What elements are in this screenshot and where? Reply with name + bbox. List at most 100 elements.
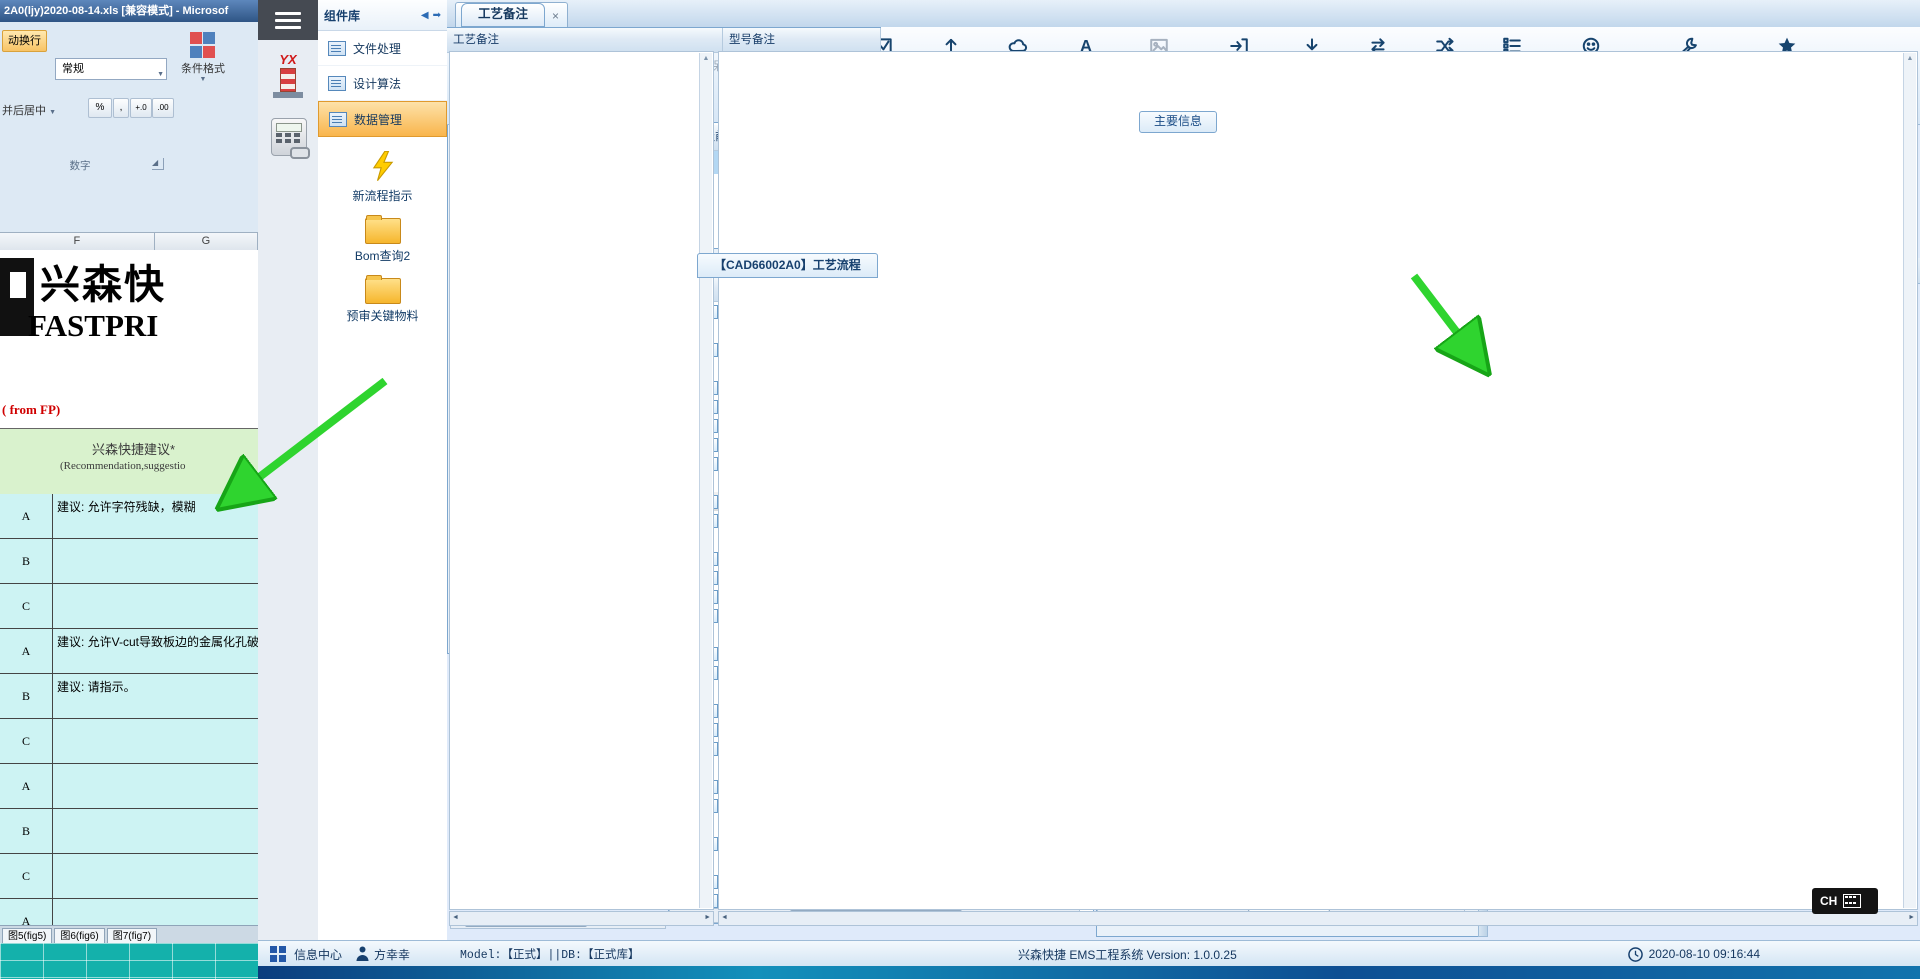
- number-format-select[interactable]: 常规 ▼: [55, 58, 167, 80]
- advice-row-text: [53, 764, 258, 808]
- fastprint-logo-cn: 兴森快: [40, 262, 166, 307]
- close-tab-icon[interactable]: ×: [552, 9, 559, 23]
- advice-row-label: B: [0, 539, 53, 583]
- component-tool-list: 新流程指示 Bom查询2 预审关键物料: [318, 150, 447, 324]
- advice-row[interactable]: A 建议: 允许字符残缺，模糊: [0, 494, 258, 539]
- list-panel-icon: [328, 40, 346, 56]
- advice-table: A 建议: 允许字符残缺，模糊 B C A 建议: 允许V-cut导致板边的金属化孔破 B 建…: [0, 494, 258, 925]
- sidebar-item-文件处理[interactable]: 文件处理: [318, 31, 447, 66]
- hamburger-menu-icon[interactable]: [258, 0, 318, 40]
- calculator-icon[interactable]: [271, 118, 310, 159]
- mini-scrollbar[interactable]: ▲: [699, 53, 712, 908]
- flow-tree-title-tab: 【CAD66002A0】工艺流程: [697, 253, 878, 278]
- advice-row-text: [53, 719, 258, 763]
- main-info-tab[interactable]: 主要信息: [1139, 111, 1218, 133]
- component-library-panel: 组件库 ◀ ➡ 文件处理 设计算法 数据管理 新流程指示 Bom查询2 预审关键物料: [318, 0, 448, 940]
- sidebar-item-设计算法[interactable]: 设计算法: [318, 66, 447, 101]
- user-name: 方幸幸: [374, 947, 411, 962]
- advice-row-text: [53, 899, 258, 925]
- ime-indicator[interactable]: CH: [1812, 888, 1878, 914]
- sheet-tab[interactable]: 图7(fig7): [106, 928, 158, 944]
- screen: 2A0(ljy)2020-08-14.xls [兼容模式] - Microsof…: [0, 0, 1920, 979]
- fastprint-logo-en: FASTPRI: [28, 308, 159, 343]
- component-item-list: 文件处理设计算法数据管理: [318, 31, 447, 137]
- advice-row[interactable]: A 建议: 允许V-cut导致板边的金属化孔破: [0, 629, 258, 674]
- app-version-label: 兴森快捷 EMS工程系统 Version: 1.0.0.25: [1018, 947, 1237, 962]
- sidebar-item-label: 文件处理: [353, 41, 402, 56]
- advice-row-text: 建议: 请指示。: [57, 680, 136, 694]
- model-remark-column-header: 型号备注: [723, 28, 881, 53]
- info-center-link[interactable]: 信息中心: [294, 946, 342, 963]
- tool-label: 新流程指示: [352, 189, 413, 203]
- advice-row-label: B: [0, 809, 53, 853]
- tool-新流程指示[interactable]: 新流程指示: [318, 150, 447, 204]
- yx-brand-icon[interactable]: YX: [266, 52, 310, 104]
- advice-row[interactable]: B 建议: 请指示。: [0, 674, 258, 719]
- mini-scrollbar[interactable]: ▲: [1903, 53, 1916, 908]
- advice-row-text: [53, 809, 258, 853]
- list-panel-icon: [328, 75, 346, 91]
- conditional-format-icon: [190, 32, 216, 58]
- advice-row[interactable]: C: [0, 854, 258, 899]
- conditional-format-button[interactable]: 条件格式 ▼: [174, 30, 232, 116]
- advice-row[interactable]: A: [0, 899, 258, 925]
- advice-row[interactable]: B: [0, 809, 258, 854]
- sidebar-item-数据管理[interactable]: 数据管理: [318, 101, 447, 137]
- excel-ribbon: 动换行 常规 ▼ 并后居中 ▼ % , +.0 .00 条件格式 ▼ 数字 ◢: [0, 22, 258, 233]
- remark-horizontal-scrollbar[interactable]: ◄ ►: [449, 911, 714, 926]
- advice-row-label: A: [0, 899, 53, 925]
- pin-panel-icon[interactable]: ➡: [433, 10, 441, 21]
- collapse-left-icon[interactable]: ◀: [421, 10, 429, 21]
- percent-style-button[interactable]: %: [88, 98, 112, 118]
- grid-icon[interactable]: [270, 946, 286, 962]
- advice-row-label: A: [0, 764, 53, 808]
- tool-预审关键物料[interactable]: 预审关键物料: [318, 275, 447, 324]
- column-header-F[interactable]: F: [0, 233, 155, 251]
- chevron-down-icon: ▼: [157, 71, 164, 78]
- model-db-label: Model:【正式】||DB:【正式库】: [460, 949, 640, 962]
- comma-style-button[interactable]: ,: [113, 98, 129, 118]
- sidebar-item-label: 数据管理: [354, 112, 403, 127]
- excel-title-bar: 2A0(ljy)2020-08-14.xls [兼容模式] - Microsof: [0, 0, 262, 22]
- tool-Bom查询2[interactable]: Bom查询2: [318, 215, 447, 264]
- excel-column-headers: FG: [0, 232, 258, 252]
- number-format-value: 常规: [62, 63, 84, 75]
- advice-row[interactable]: A: [0, 764, 258, 809]
- model-remark-textarea[interactable]: ▲: [718, 51, 1918, 910]
- excel-sheet-content: 兴森快 FASTPRI ( from FP) 兴森快捷建议* (Recommen…: [0, 250, 258, 925]
- document-tab-bar: 新流程指示 ×: [447, 0, 1920, 28]
- wrap-text-button[interactable]: 动换行: [2, 30, 47, 52]
- advice-row-label: C: [0, 584, 53, 628]
- advice-row-text: [53, 539, 258, 583]
- process-remarks-tab[interactable]: 工艺备注: [461, 3, 546, 27]
- column-header-G[interactable]: G: [155, 233, 258, 251]
- increase-decimal-button[interactable]: +.0: [130, 98, 152, 118]
- advice-row[interactable]: B: [0, 539, 258, 584]
- bottom-window-strip: [258, 966, 1920, 979]
- lightning-icon: [372, 150, 393, 182]
- excel-window: 2A0(ljy)2020-08-14.xls [兼容模式] - Microsof…: [0, 0, 262, 979]
- remark-horizontal-scrollbar[interactable]: ◄ ►: [718, 911, 1918, 926]
- process-remarks-panel: 工艺备注 工艺备注 型号备注 ▲ ▲ ◄ ► ◄ ►: [447, 0, 1918, 926]
- folder-icon: [364, 275, 401, 304]
- sheet-tab[interactable]: 图5(fig5): [2, 928, 53, 944]
- decrease-decimal-button[interactable]: .00: [152, 98, 174, 118]
- advice-row[interactable]: C: [0, 584, 258, 629]
- folder-icon: [364, 215, 401, 244]
- sheet-tab-bar: 图5(fig5) 图6(fig6) 图7(fig7): [0, 925, 258, 944]
- advice-row[interactable]: C: [0, 719, 258, 764]
- advice-row-text: [53, 854, 258, 898]
- status-bar: 信息中心 方幸幸 Model:【正式】||DB:【正式库】 兴森快捷 EMS工程…: [258, 940, 1920, 967]
- suggestion-banner: 兴森快捷建议* (Recommendation,suggestio: [0, 428, 258, 496]
- advice-row-text: 建议: 允许V-cut导致板边的金属化孔破: [57, 635, 258, 649]
- sheet-tab[interactable]: 图6(fig6): [54, 928, 105, 944]
- sidebar-item-label: 设计算法: [353, 76, 402, 91]
- merge-center-button[interactable]: 并后居中 ▼: [2, 102, 56, 118]
- status-time: 2020-08-10 09:16:44: [1648, 947, 1760, 961]
- process-remark-textarea[interactable]: ▲: [449, 51, 714, 910]
- user-icon: [356, 946, 369, 961]
- dialog-launcher-icon[interactable]: ◢: [152, 158, 164, 170]
- advice-row-label: B: [0, 674, 53, 718]
- main-work-area: 新流程指示 × 型号查询(F)▼OFF编写流程(R)OFF启动修改(E)取消(Z…: [447, 0, 1920, 940]
- advice-row-label: A: [0, 494, 53, 538]
